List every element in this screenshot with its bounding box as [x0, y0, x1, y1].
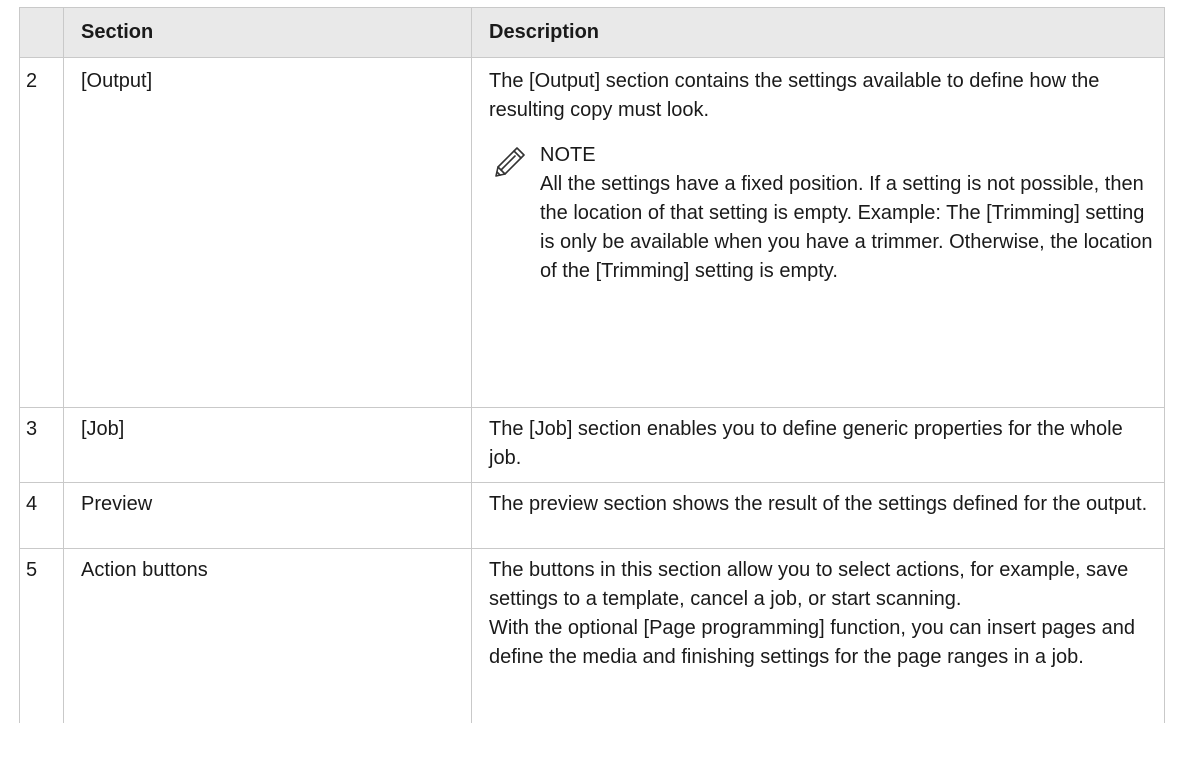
section-column-header: Section: [63, 7, 472, 58]
row-section: Action buttons: [63, 548, 472, 723]
description-column-header: Description: [471, 7, 1165, 58]
table-row: 2 [Output] The [Output] section contains…: [19, 57, 1165, 408]
row-section: [Job]: [63, 407, 472, 483]
row-description: The [Output] section contains the settin…: [489, 70, 1100, 121]
table-row: 5 Action buttons The buttons in this sec…: [19, 548, 1165, 723]
note-title: NOTE: [540, 144, 596, 166]
number-column-header: [19, 7, 64, 58]
note-text: All the settings have a fixed position. …: [540, 173, 1153, 282]
section-description-table: Section Description 2 [Output] The [Outp…: [19, 7, 1165, 723]
row-description-cell: The buttons in this section allow you to…: [471, 548, 1165, 723]
pencil-icon: [495, 147, 525, 177]
table-header-row: Section Description: [19, 7, 1165, 58]
row-section: [Output]: [63, 57, 472, 408]
row-description: The [Job] section enables you to define …: [471, 407, 1165, 483]
row-description-continued: With the optional [Page programming] fun…: [489, 617, 1135, 668]
note-block: NOTE All the settings have a fixed posit…: [489, 141, 1156, 286]
row-description: The buttons in this section allow you to…: [489, 559, 1129, 610]
table-row: 3 [Job] The [Job] section enables you to…: [19, 407, 1165, 483]
row-number: 4: [19, 482, 64, 549]
table-row: 4 Preview The preview section shows the …: [19, 482, 1165, 549]
row-number: 2: [19, 57, 64, 408]
row-section: Preview: [63, 482, 472, 549]
row-number: 5: [19, 548, 64, 723]
row-number: 3: [19, 407, 64, 483]
row-description: The preview section shows the result of …: [471, 482, 1165, 549]
row-description-cell: The [Output] section contains the settin…: [471, 57, 1165, 408]
